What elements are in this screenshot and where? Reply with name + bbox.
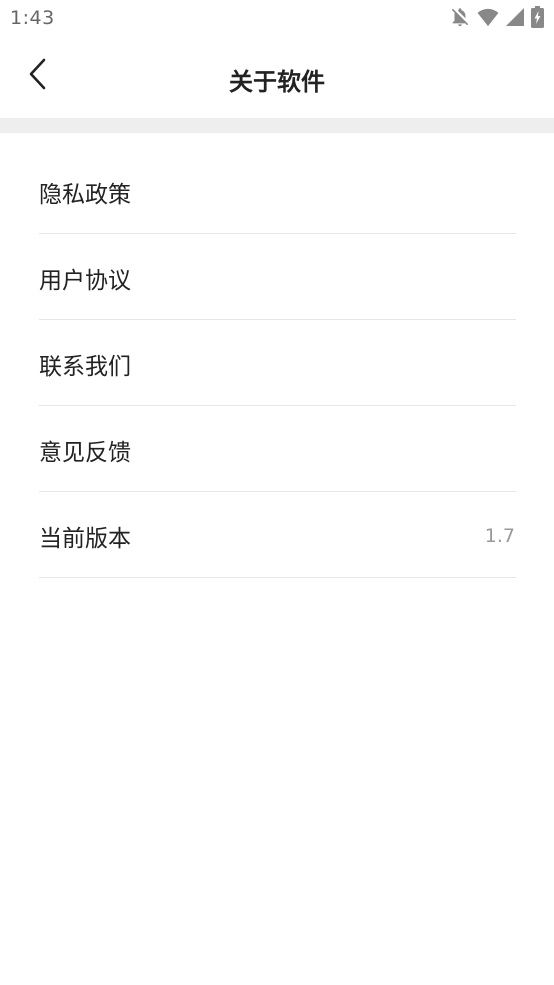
app-bar: 关于软件	[0, 38, 554, 118]
version-number: 1.7	[484, 524, 515, 547]
cellular-signal-icon	[505, 7, 525, 31]
section-separator	[0, 118, 554, 133]
settings-menu-list: 隐私政策 用户协议 联系我们 意见反馈 当前版本 1.7	[39, 148, 516, 578]
menu-item-contact-us[interactable]: 联系我们	[39, 320, 516, 406]
status-icons	[449, 6, 544, 32]
menu-item-label: 用户协议	[39, 267, 131, 294]
status-bar: 1:43	[0, 0, 554, 38]
menu-item-user-agreement[interactable]: 用户协议	[39, 234, 516, 320]
page-title: 关于软件	[229, 68, 325, 96]
wifi-icon	[477, 7, 499, 31]
status-time: 1:43	[10, 7, 55, 29]
menu-item-label: 隐私政策	[39, 181, 131, 208]
menu-item-label: 联系我们	[39, 353, 131, 380]
menu-item-current-version[interactable]: 当前版本 1.7	[39, 492, 516, 578]
menu-item-privacy-policy[interactable]: 隐私政策	[39, 148, 516, 234]
notifications-off-icon	[449, 6, 471, 32]
menu-item-label: 意见反馈	[39, 439, 131, 466]
battery-charging-icon	[531, 6, 544, 32]
menu-item-feedback[interactable]: 意见反馈	[39, 406, 516, 492]
menu-item-label: 当前版本	[39, 525, 131, 552]
